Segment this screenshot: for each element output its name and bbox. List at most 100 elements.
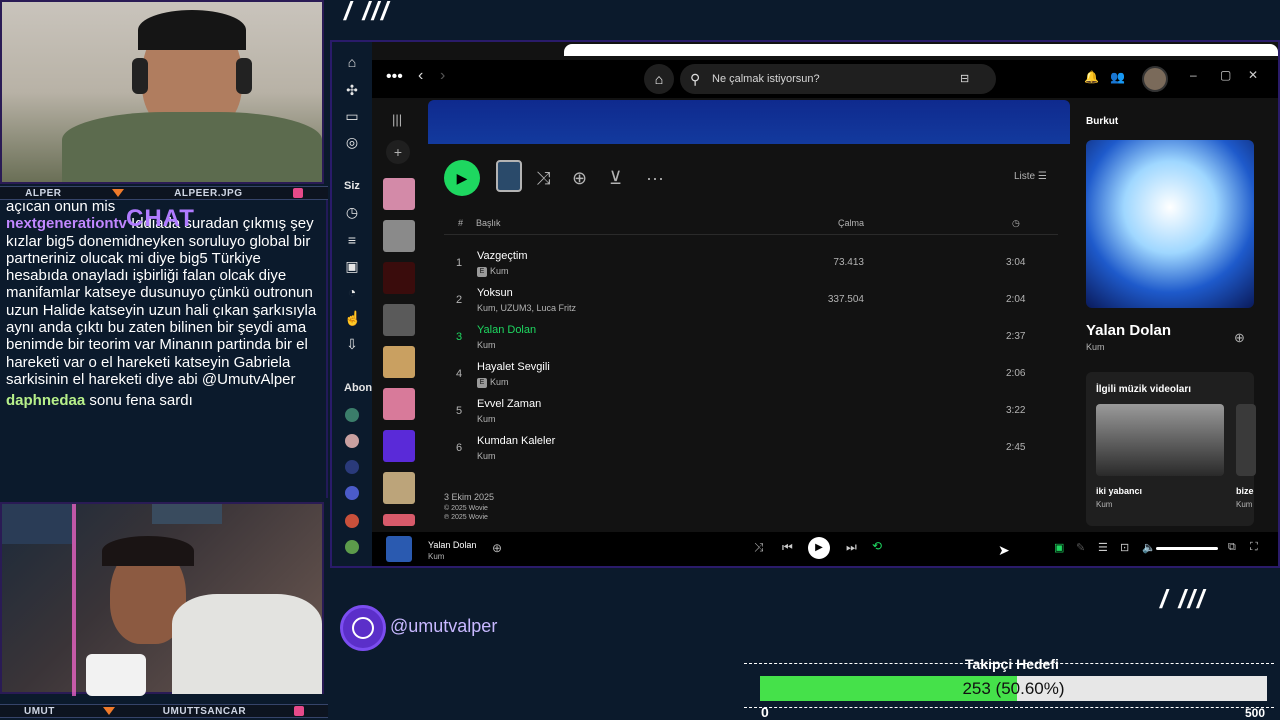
- track-row[interactable]: 6 Kumdan Kaleler Kum 2:45: [444, 431, 1058, 467]
- like-icon[interactable]: ☝: [344, 310, 361, 326]
- album-cover-small[interactable]: [496, 160, 522, 192]
- volume-slider[interactable]: [1156, 547, 1218, 550]
- channel-avatar[interactable]: [345, 514, 359, 528]
- search-placeholder: Ne çalmak istiyorsun?: [712, 73, 820, 85]
- maximize-icon[interactable]: ▢: [1220, 68, 1231, 82]
- repeat-icon[interactable]: ⟲: [872, 539, 882, 553]
- playlist-thumb[interactable]: [383, 178, 415, 210]
- back-icon[interactable]: ‹: [418, 67, 423, 85]
- target-icon[interactable]: ◎: [344, 134, 360, 150]
- channel-avatar[interactable]: [345, 540, 359, 554]
- add-to-library-icon[interactable]: ⊕: [572, 168, 587, 189]
- queue-icon[interactable]: ☰: [1098, 541, 1108, 554]
- lyrics-icon[interactable]: ✎: [1076, 541, 1085, 554]
- now-playing-cover[interactable]: [386, 536, 412, 562]
- track-artist[interactable]: Kum: [490, 266, 509, 276]
- video-title[interactable]: iki yabancı: [1096, 486, 1142, 496]
- track-artist[interactable]: Kum, UZUM3, Luca Fritz: [477, 303, 576, 313]
- forward-icon[interactable]: ›: [440, 67, 445, 85]
- miniplayer-icon[interactable]: ⧉: [1228, 541, 1236, 554]
- close-icon[interactable]: ✕: [1248, 68, 1258, 82]
- track-artist[interactable]: Kum: [490, 377, 509, 387]
- playlist-thumb[interactable]: [383, 430, 415, 462]
- playlist-thumb[interactable]: [383, 220, 415, 252]
- minimize-icon[interactable]: –: [1190, 68, 1197, 82]
- channel-avatar[interactable]: [345, 434, 359, 448]
- devices-icon[interactable]: ⊡: [1120, 541, 1129, 554]
- track-artist[interactable]: Kum: [477, 340, 496, 350]
- home-icon[interactable]: ⌂: [644, 64, 674, 94]
- song-artist[interactable]: Kum: [1086, 342, 1105, 352]
- bell-icon[interactable]: 🔔: [1084, 70, 1099, 84]
- instagram-icon: [292, 188, 303, 198]
- friends-icon[interactable]: 👥: [1110, 70, 1125, 84]
- shuffle-icon[interactable]: ⤨: [754, 540, 764, 555]
- release-date: 3 Ekim 2025: [444, 492, 495, 502]
- streamer-hair: [102, 536, 194, 566]
- download-icon[interactable]: ⇩: [344, 336, 360, 352]
- library-column: ||| +: [376, 100, 420, 566]
- track-row[interactable]: 2 Yoksun Kum, UZUM3, Luca Fritz 337.504 …: [444, 283, 1058, 319]
- next-icon[interactable]: ⏭: [846, 540, 857, 555]
- now-playing-title[interactable]: Yalan Dolan: [428, 540, 476, 550]
- video-artist: Kum: [1096, 500, 1113, 509]
- track-artist[interactable]: Kum: [477, 414, 496, 424]
- add-icon[interactable]: ⊕: [1234, 330, 1245, 346]
- add-icon[interactable]: ⊕: [492, 541, 502, 555]
- library-icon[interactable]: |||: [392, 112, 402, 127]
- now-playing-view-icon[interactable]: ▣: [1054, 541, 1064, 554]
- channel-avatar[interactable]: [345, 486, 359, 500]
- now-playing-artist[interactable]: Kum: [428, 552, 444, 561]
- add-icon[interactable]: +: [386, 140, 410, 164]
- volume-icon[interactable]: 🔈: [1142, 541, 1156, 554]
- chat-message: daphnedaa sonu fena sardı: [6, 392, 320, 409]
- play-button[interactable]: ▶: [808, 537, 830, 559]
- previous-icon[interactable]: ⏮: [782, 540, 793, 555]
- inbox-icon[interactable]: ▭: [344, 108, 360, 124]
- view-toggle[interactable]: Liste ☰: [1014, 171, 1047, 182]
- download-icon[interactable]: ⊻: [609, 168, 622, 189]
- playlist-thumb[interactable]: [383, 304, 415, 336]
- track-row[interactable]: 1 Vazgeçtim E Kum 73.413 3:04: [444, 246, 1058, 282]
- white-band: [564, 44, 1278, 56]
- search-input[interactable]: ⚲ Ne çalmak istiyorsun? ⊟: [680, 64, 996, 94]
- track-row[interactable]: 4 Hayalet Sevgili E Kum 2:06: [444, 357, 1058, 393]
- track-row[interactable]: 5 Evvel Zaman Kum 3:22: [444, 394, 1058, 430]
- headphone-icon: [236, 58, 252, 94]
- channel-avatar[interactable]: [345, 460, 359, 474]
- webcam-bottom-nameplate: UMUT UMUTTSANCAR: [0, 704, 328, 718]
- webcam-top-left-name: ALPER: [25, 187, 62, 199]
- play-button[interactable]: ▶: [444, 160, 480, 196]
- fullscreen-icon[interactable]: ⛶: [1250, 541, 1258, 554]
- track-row-active[interactable]: 3 Yalan Dolan Kum 2:37: [444, 320, 1058, 356]
- playlist-thumb[interactable]: [383, 262, 415, 294]
- track-artist[interactable]: Kum: [477, 451, 496, 461]
- video-icon[interactable]: ▣: [344, 258, 360, 274]
- explicit-badge: E: [477, 377, 487, 388]
- playlist-thumb[interactable]: [383, 514, 415, 526]
- history-icon[interactable]: ◷: [344, 204, 360, 220]
- playlist-icon[interactable]: ≡: [344, 232, 360, 248]
- browse-icon[interactable]: ⊟: [960, 64, 969, 94]
- puzzle-icon[interactable]: ✣: [344, 82, 360, 98]
- video-title[interactable]: bize: [1236, 486, 1254, 496]
- more-options-icon[interactable]: •••: [386, 68, 403, 86]
- shuffle-icon[interactable]: ⤨: [536, 168, 550, 189]
- home-icon[interactable]: ⌂: [344, 54, 360, 70]
- channel-avatar[interactable]: [345, 408, 359, 422]
- video-thumb[interactable]: [1236, 404, 1256, 476]
- player-bar: Yalan Dolan Kum ⊕ ⤨ ⏮ ▶ ⏭ ⟲ ▣ ✎ ☰ ⊡ 🔈 ⧉ …: [372, 532, 1278, 566]
- track-number: 3: [456, 331, 463, 343]
- song-title: Yalan Dolan: [1086, 322, 1172, 339]
- playlist-thumb[interactable]: [383, 472, 415, 504]
- track-plays: 337.504: [827, 294, 864, 305]
- avatar[interactable]: [1142, 66, 1168, 92]
- playlist-thumb[interactable]: [383, 346, 415, 378]
- playlist-thumb[interactable]: [383, 388, 415, 420]
- track-number: 1: [456, 257, 463, 269]
- triangle-icon: [102, 707, 115, 715]
- clock-icon[interactable]: ◔: [344, 284, 360, 300]
- video-thumb[interactable]: [1096, 404, 1224, 476]
- more-options-icon[interactable]: ···: [646, 168, 664, 189]
- webcam-bottom-left-name: UMUT: [23, 705, 55, 717]
